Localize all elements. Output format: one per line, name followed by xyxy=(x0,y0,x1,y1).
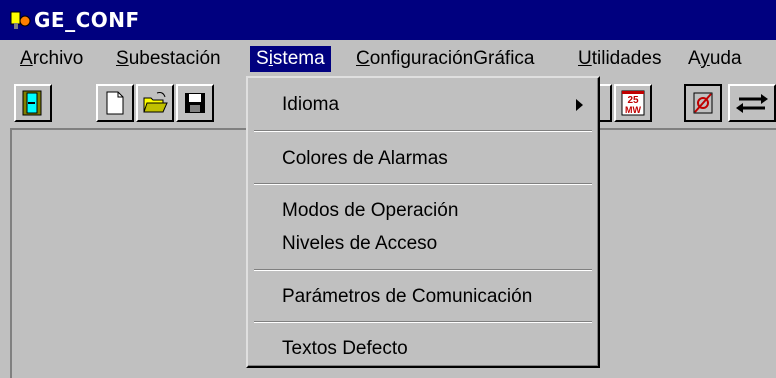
exit-button[interactable] xyxy=(14,84,52,122)
menu-option-niveles-acceso[interactable]: Niveles de Acceso xyxy=(282,233,437,255)
menu-bar: Archivo Subestación Sistema Configuració… xyxy=(0,40,776,76)
sistema-dropdown-menu: Idioma Colores de Alarmas Modos de Opera… xyxy=(246,76,600,368)
save-button[interactable] xyxy=(176,84,214,122)
menu-configuracion-grafica[interactable]: ConfiguraciónGráfica xyxy=(350,46,541,72)
menu-option-textos-defecto[interactable]: Textos Defecto xyxy=(282,338,408,360)
application-window: GE_CONF Archivo Subestación Sistema Conf… xyxy=(0,0,776,378)
menu-option-parametros-comunicacion[interactable]: Parámetros de Comunicación xyxy=(282,286,532,308)
calendar-unit-text: MW xyxy=(625,105,641,115)
menu-option-idioma[interactable]: Idioma xyxy=(282,94,339,116)
title-bar[interactable]: GE_CONF xyxy=(0,0,776,40)
submenu-arrow-icon xyxy=(576,99,583,111)
menu-ayuda[interactable]: Ayuda xyxy=(682,46,748,72)
menu-sistema[interactable]: Sistema xyxy=(250,46,331,72)
window-title: GE_CONF xyxy=(34,8,140,32)
crossed-button[interactable] xyxy=(684,84,722,122)
menu-option-modos-operacion[interactable]: Modos de Operación xyxy=(282,200,458,222)
menu-archivo[interactable]: Archivo xyxy=(14,46,89,72)
calendar-button[interactable]: 25 MW xyxy=(614,84,652,122)
menu-separator xyxy=(254,269,592,271)
new-button[interactable] xyxy=(96,84,134,122)
open-button[interactable] xyxy=(136,84,174,122)
open-folder-icon xyxy=(143,92,168,113)
exchange-arrows-icon xyxy=(736,94,768,113)
menu-utilidades[interactable]: Utilidades xyxy=(572,46,667,72)
menu-separator xyxy=(254,130,592,132)
app-icon xyxy=(10,11,31,29)
menu-subestacion[interactable]: Subestación xyxy=(110,46,227,72)
calendar-25-mw-icon: 25 MW xyxy=(621,90,645,116)
exchange-button[interactable] xyxy=(728,84,776,122)
crossed-symbol-icon xyxy=(693,92,713,114)
menu-separator xyxy=(254,183,592,185)
exit-door-icon xyxy=(22,90,42,116)
new-document-icon xyxy=(106,91,124,115)
menu-option-colores-alarmas[interactable]: Colores de Alarmas xyxy=(282,148,448,170)
save-disk-icon xyxy=(185,93,205,113)
menu-separator xyxy=(254,321,592,323)
